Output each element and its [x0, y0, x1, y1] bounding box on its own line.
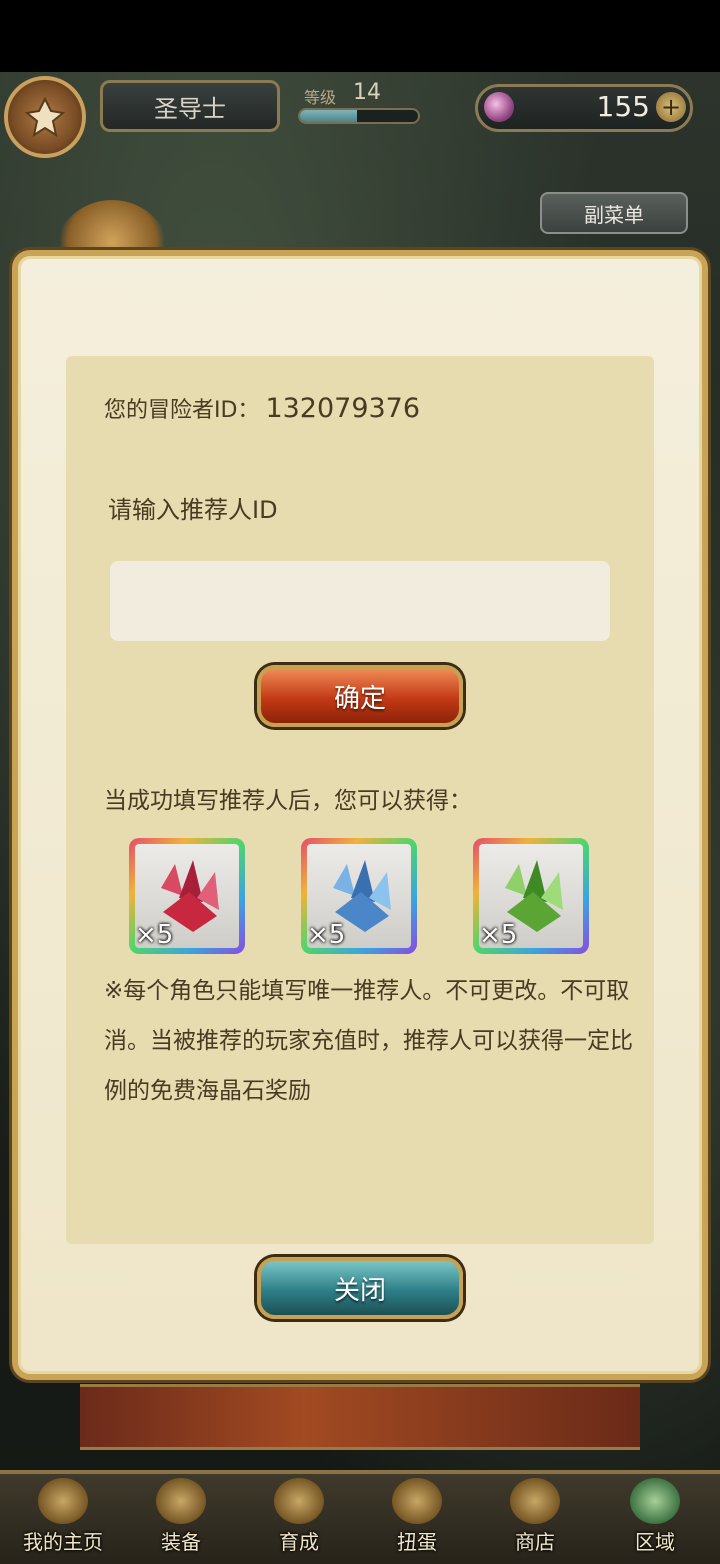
- gem-count: 155: [596, 90, 650, 123]
- level-progress-bar: [298, 108, 420, 124]
- event-banner[interactable]: [80, 1384, 640, 1450]
- bag-icon: [510, 1478, 560, 1524]
- close-button[interactable]: 关闭: [257, 1257, 463, 1319]
- status-bar: [0, 0, 720, 72]
- reward-quantity: ×5: [479, 920, 518, 950]
- player-emblem-icon[interactable]: [4, 76, 86, 158]
- add-gems-button[interactable]: +: [656, 92, 686, 122]
- nav-item-equipment[interactable]: 装备: [126, 1478, 236, 1558]
- level-label: 等级: [304, 88, 337, 107]
- reward-quantity: ×5: [307, 920, 346, 950]
- scroll-icon: [38, 1478, 88, 1524]
- nav-label: 我的主页: [23, 1530, 103, 1554]
- nav-label: 区域: [635, 1530, 675, 1554]
- globe-icon: [630, 1478, 680, 1524]
- reward-item-red: ×5: [129, 838, 245, 954]
- helmet-icon: [156, 1478, 206, 1524]
- nav-label: 育成: [279, 1530, 319, 1554]
- sword-icon: [274, 1478, 324, 1524]
- reward-title: 当成功填写推荐人后，您可以获得：: [104, 788, 472, 814]
- level-progress-fill: [300, 110, 357, 122]
- capsule-icon: [392, 1478, 442, 1524]
- nav-item-gacha[interactable]: 扭蛋: [362, 1478, 472, 1558]
- gem-icon: [484, 92, 514, 122]
- nav-label: 装备: [161, 1530, 201, 1554]
- confirm-button[interactable]: 确定: [257, 665, 463, 727]
- reward-quantity: ×5: [135, 920, 174, 950]
- nav-item-training[interactable]: 育成: [244, 1478, 354, 1558]
- submenu-button[interactable]: 副菜单: [540, 192, 688, 234]
- level-value: 14: [353, 80, 381, 105]
- nav-item-home[interactable]: 我的主页: [8, 1478, 118, 1558]
- referrer-id-prompt: 请输入推荐人ID: [108, 496, 278, 524]
- reward-item-green: ×5: [473, 838, 589, 954]
- nav-label: 商店: [515, 1530, 555, 1554]
- referral-rules-note: ※每个角色只能填写唯一推荐人。不可更改。不可取消。当被推荐的玩家充值时，推荐人可…: [104, 978, 633, 1104]
- nav-item-region[interactable]: 区域: [600, 1478, 710, 1558]
- reward-item-blue: ×5: [301, 838, 417, 954]
- referrer-id-input[interactable]: [110, 561, 610, 641]
- player-class-name[interactable]: 圣导士: [100, 80, 280, 132]
- nav-item-shop[interactable]: 商店: [480, 1478, 590, 1558]
- adventurer-id-label: 您的冒险者ID：: [104, 398, 260, 423]
- adventurer-id-value: 132079376: [265, 393, 421, 424]
- nav-label: 扭蛋: [397, 1530, 437, 1554]
- adventurer-id-line: 您的冒险者ID： 132079376: [104, 392, 420, 424]
